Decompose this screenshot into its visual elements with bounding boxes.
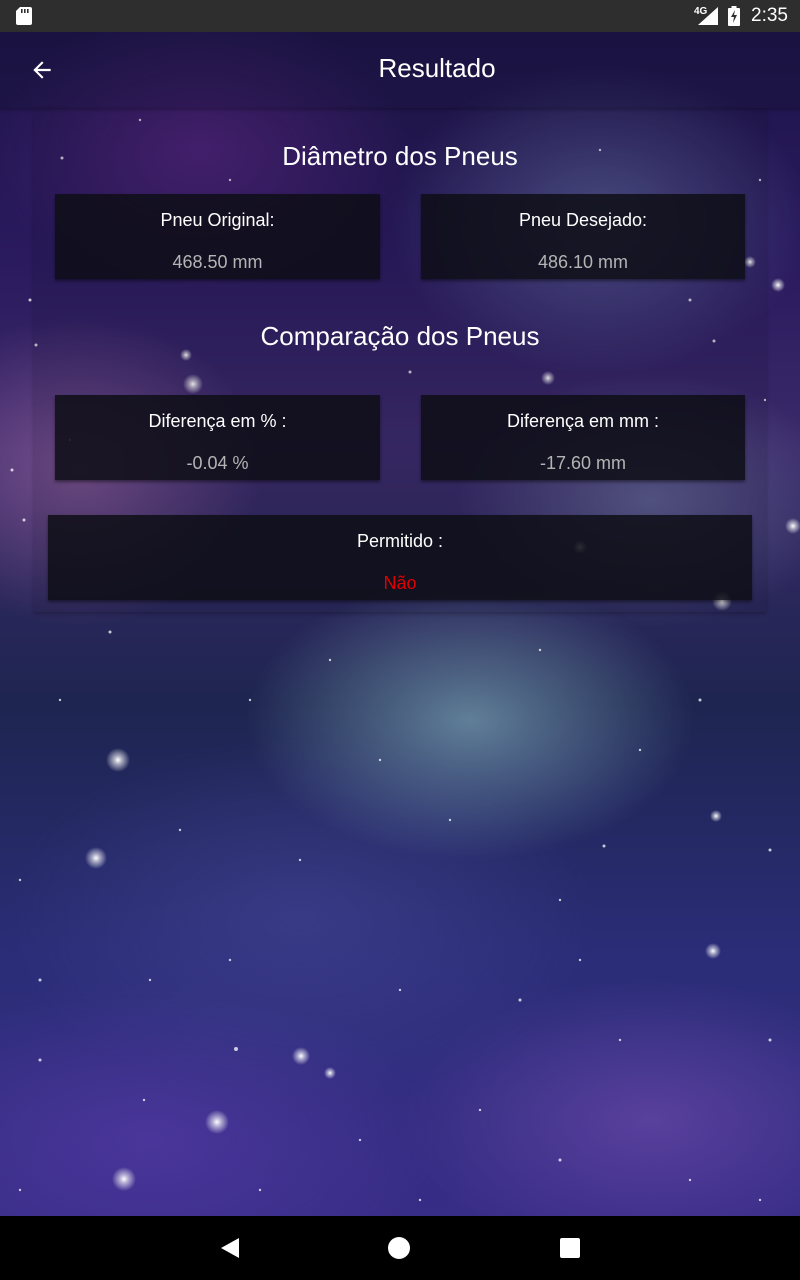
allowed-value: Não [383,573,417,593]
app-bar: Resultado [0,32,800,108]
sd-card-icon [16,7,32,25]
desired-tire-value: 486.10 mm [537,252,629,272]
desired-tire-card: Pneu Desejado: 486.10 mm [421,194,745,279]
nav-recents-icon [560,1238,580,1258]
percent-difference-value: -0.04 % [186,453,249,473]
mm-difference-card: Diferença em mm : -17.60 mm [421,395,745,480]
comparison-section-title: Comparação dos Pneus [260,321,540,351]
original-tire-value: 468.50 mm [172,252,263,272]
nav-recents-button[interactable] [550,1228,590,1268]
nav-home-icon [388,1237,410,1259]
original-tire-label: Pneu Original: [160,210,275,230]
mm-difference-label: Diferença em mm : [506,411,660,431]
nav-back-icon [221,1238,239,1258]
signal-icon [698,7,718,25]
allowed-label: Permitido : [356,531,444,551]
clock: 2:35 [751,5,788,26]
mm-difference-value: -17.60 mm [539,453,627,473]
allowed-card: Permitido : Não [48,515,752,600]
diameter-section-title: Diâmetro dos Pneus [282,141,518,171]
nav-back-button[interactable] [210,1228,250,1268]
page-title: Resultado [378,53,496,83]
nav-home-button[interactable] [379,1228,419,1268]
status-bar: 4G 2:35 [0,0,800,32]
navigation-bar [0,1216,800,1280]
original-tire-card: Pneu Original: 468.50 mm [55,194,380,279]
desired-tire-label: Pneu Desejado: [518,210,648,230]
battery-charging-icon [728,6,740,26]
percent-difference-label: Diferença em % : [148,411,287,431]
percent-difference-card: Diferença em % : -0.04 % [55,395,380,480]
